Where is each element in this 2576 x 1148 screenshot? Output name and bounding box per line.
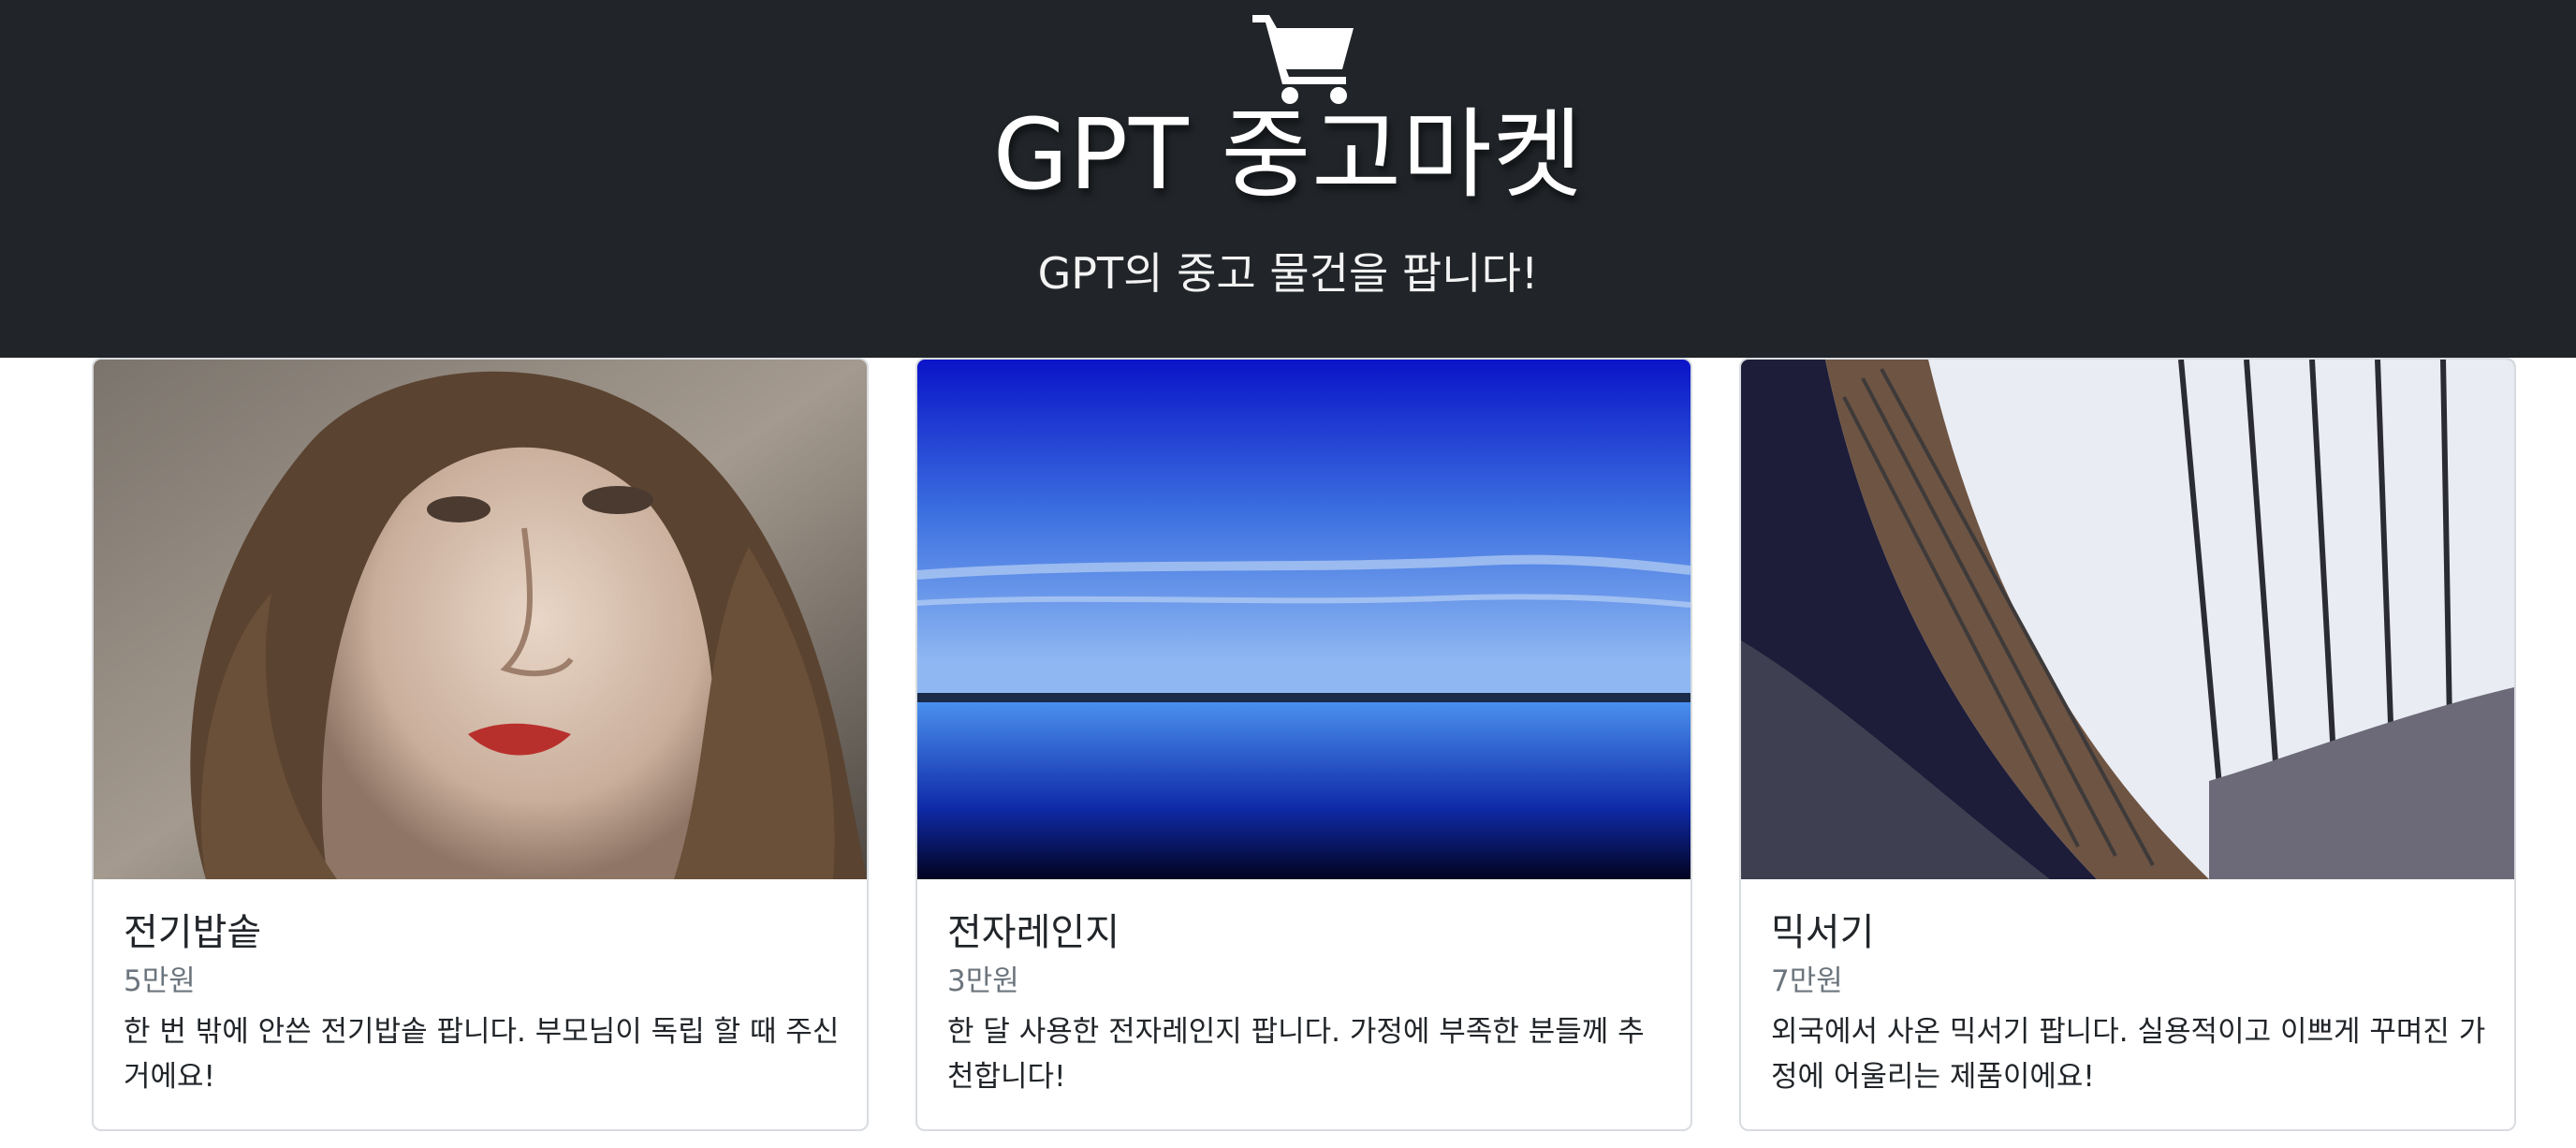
product-name: 믹서기 — [1771, 911, 1875, 954]
product-image-woman-portrait — [94, 360, 867, 879]
page-title: GPT 중고마켓 — [992, 97, 1584, 212]
product-image-blue-lake — [917, 360, 1690, 879]
product-image-library — [1741, 360, 2514, 879]
shopping-cart-icon — [1252, 15, 1354, 104]
product-price: 7만원 — [1771, 964, 1843, 998]
product-description: 한 번 밖에 안쓴 전기밥솥 팝니다. 부모님이 독립 할 때 주신 거에요! — [124, 1015, 840, 1094]
site-header: GPT 중고마켓 GPT의 중고 물건을 팝니다! — [0, 0, 2576, 358]
product-card[interactable]: 믹서기 7만원 외국에서 사온 믹서기 팝니다. 실용적이고 이쁘게 꾸며진 가… — [1739, 358, 2516, 1131]
product-description: 한 달 사용한 전자레인지 팝니다. 가정에 부족한 분들께 추천합니다! — [947, 1015, 1645, 1094]
product-price: 3만원 — [947, 964, 1019, 998]
product-price: 5만원 — [124, 964, 196, 998]
product-name: 전기밥솥 — [124, 911, 262, 954]
product-description: 외국에서 사온 믹서기 팝니다. 실용적이고 이쁘게 꾸며진 가정에 어울리는 … — [1771, 1015, 2486, 1094]
page-subtitle: GPT의 중고 물건을 팝니다! — [1037, 248, 1539, 299]
product-name: 전자레인지 — [947, 911, 1120, 954]
product-card[interactable]: 전기밥솥 5만원 한 번 밖에 안쓴 전기밥솥 팝니다. 부모님이 독립 할 때… — [92, 358, 869, 1131]
product-card[interactable]: 전자레인지 3만원 한 달 사용한 전자레인지 팝니다. 가정에 부족한 분들께… — [915, 358, 1692, 1131]
